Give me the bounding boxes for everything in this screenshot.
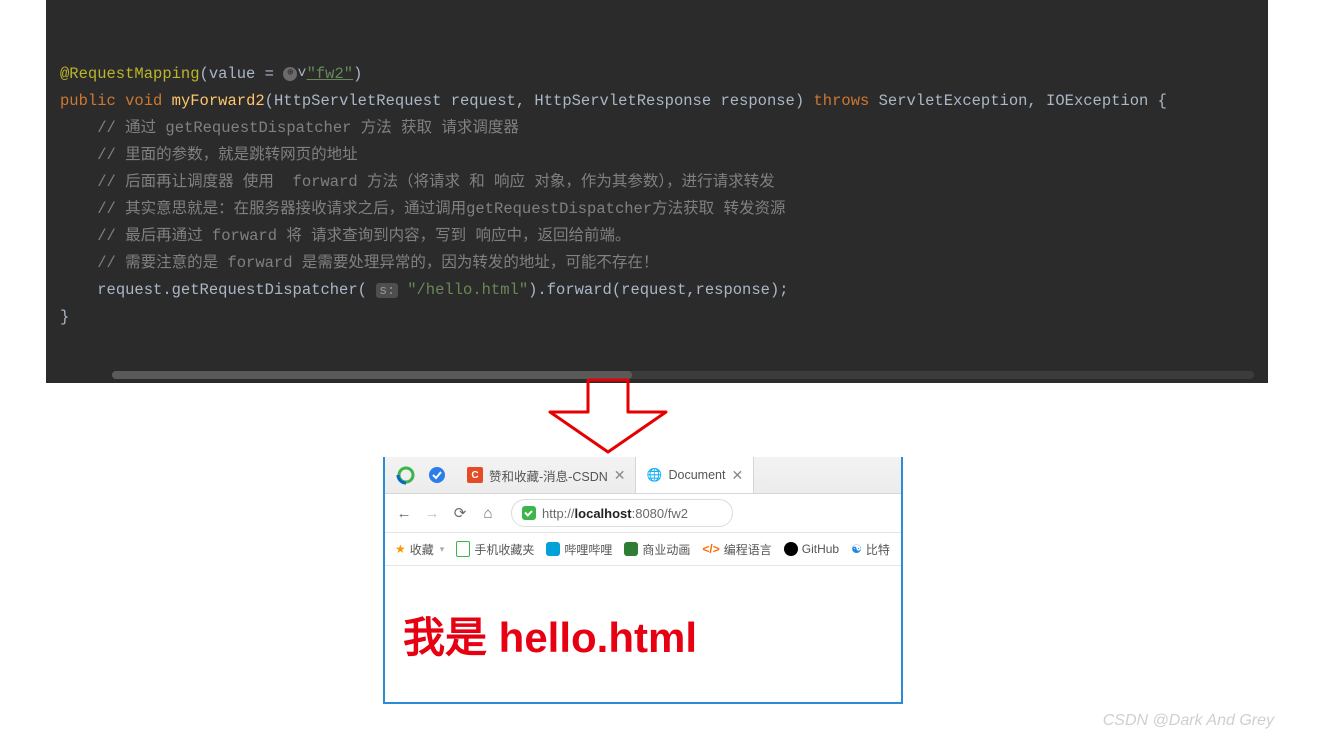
bilibili-icon [546,542,560,556]
close-icon[interactable]: ✕ [731,467,743,484]
csdn-favicon-icon: C [467,467,483,483]
horizontal-scrollbar[interactable] [112,371,1254,379]
bookmark-github[interactable]: GitHub [784,542,839,556]
ide-code-panel: @RequestMapping(value = ⊕˅"fw2") public … [46,0,1268,383]
folder-icon [624,542,638,556]
tab-document[interactable]: 🌐 Document ✕ [636,457,754,493]
home-icon[interactable]: ⌂ [479,505,497,522]
close-icon[interactable]: ✕ [614,467,626,484]
address-bar[interactable]: http://localhost:8080/fw2 [511,499,733,527]
chevron-down-icon: ▾ [440,544,445,555]
bookmark-compare[interactable]: ☯比特 [851,541,890,558]
code-block: @RequestMapping(value = ⊕˅"fw2") public … [60,34,1268,331]
bookmark-mobile[interactable]: 手机收藏夹 [456,541,534,558]
shield-icon [522,506,536,520]
bookmark-anime[interactable]: 商业动画 [624,541,690,558]
comment: // 通过 getRequestDispatcher 方法 获取 请求调度器 [97,119,519,137]
toolbar: ← → ⟳ ⌂ http://localhost:8080/fw2 [385,494,901,533]
param-hint: s: [376,283,398,298]
url-text: http://localhost:8080/fw2 [542,506,688,521]
tab-title: Document [668,468,725,482]
bookmark-favorites[interactable]: ★收藏▾ [395,541,444,558]
comment: // 需要注意的是 forward 是需要处理异常的，因为转发的地址，可能不存在… [97,254,658,272]
globe-icon: ⊕ [283,67,297,81]
github-icon [784,542,798,556]
comment: // 后面再让调度器 使用 forward 方法（将请求 和 响应 对象，作为其… [97,173,774,191]
link-icon: ☯ [851,542,862,556]
tab-csdn[interactable]: C 赞和收藏-消息-CSDN ✕ [457,457,636,493]
back-icon[interactable]: ← [395,505,413,522]
method-name: myForward2 [172,92,265,110]
arrow-down-icon [538,378,678,462]
bookmark-bilibili[interactable]: 哔哩哔哩 [546,541,612,558]
browser-window: C 赞和收藏-消息-CSDN ✕ 🌐 Document ✕ ← → ⟳ ⌂ ht… [383,457,903,704]
page-heading: 我是 hello.html [403,604,697,665]
phone-icon [456,541,470,557]
page-viewport: 我是 hello.html [385,566,901,702]
browser-logo-icon [396,465,416,485]
comment: // 最后再通过 forward 将 请求查询到内容，写到 响应中，返回给前端。 [97,227,630,245]
forward-icon[interactable]: → [423,505,441,522]
bookmark-coding[interactable]: </>编程语言 [702,541,771,558]
tab-title: 赞和收藏-消息-CSDN [489,466,608,485]
code-icon: </> [702,542,719,556]
sync-icon[interactable] [428,466,446,484]
mapping-value: "fw2" [307,65,354,83]
browser-brand-icons [385,457,457,493]
globe-favicon-icon: 🌐 [646,467,662,483]
dispatch-path: "/hello.html" [407,281,528,299]
comment: // 里面的参数，就是跳转网页的地址 [97,146,357,164]
bookmarks-bar: ★收藏▾ 手机收藏夹 哔哩哔哩 商业动画 </>编程语言 GitHub ☯比特 [385,533,901,566]
watermark: CSDN @Dark And Grey [1103,712,1274,730]
comment: // 其实意思就是：在服务器接收请求之后，通过调用getRequestDispa… [97,200,785,218]
refresh-icon[interactable]: ⟳ [451,504,469,522]
annotation: @RequestMapping [60,65,200,83]
tab-bar: C 赞和收藏-消息-CSDN ✕ 🌐 Document ✕ [385,457,901,494]
star-icon: ★ [395,542,406,556]
